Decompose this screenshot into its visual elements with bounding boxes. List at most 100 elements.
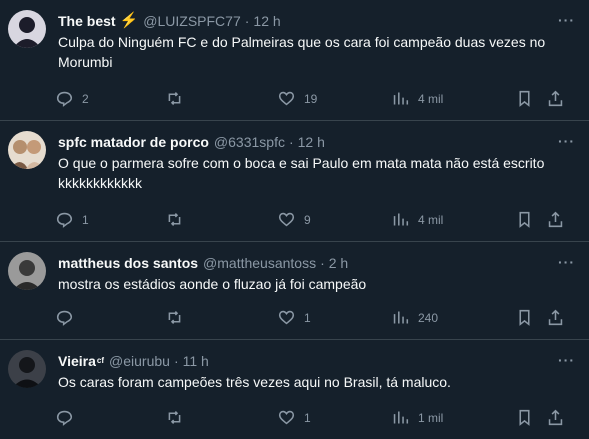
views-icon [393, 311, 409, 324]
view-count: 1 mil [418, 410, 444, 425]
views-button[interactable]: 1 mil [392, 409, 443, 426]
display-name[interactable]: Vieira [58, 352, 96, 370]
action-bar: 1 1 mil [56, 409, 575, 429]
reply-icon [56, 410, 73, 426]
tweet-text: Os caras foram campeões três vezes aqui … [58, 374, 451, 390]
like-button[interactable]: 1 [278, 409, 311, 426]
share-button[interactable] [547, 211, 564, 228]
views-button[interactable]: 4 mil [392, 90, 443, 107]
action-bar: 2 19 4 mil [56, 90, 575, 110]
avatar-image [8, 10, 46, 48]
timestamp[interactable]: 12 h [253, 12, 280, 30]
bookmark-button[interactable] [516, 211, 533, 228]
tweet[interactable]: mattheus dos santos @mattheusantoss · 2 … [0, 242, 589, 340]
retweet-button[interactable] [166, 211, 192, 228]
reply-icon [56, 212, 73, 228]
avatar[interactable] [8, 252, 46, 290]
heart-icon [278, 310, 295, 325]
like-count: 1 [304, 310, 311, 325]
more-options-icon[interactable]: ··· [558, 12, 575, 28]
tweet-text: Culpa do Ninguém FC e do Palmeiras que o… [58, 34, 546, 70]
like-count: 9 [304, 212, 311, 227]
tweet[interactable]: spfc matador de porco @6331spfc · 12 h ·… [0, 121, 589, 242]
retweet-button[interactable] [166, 90, 192, 107]
retweet-button[interactable] [166, 309, 192, 326]
separator: · [288, 134, 294, 150]
affiliation-badge: cf [96, 356, 105, 365]
share-button[interactable] [547, 409, 564, 426]
separator: · [173, 353, 179, 369]
reply-button[interactable] [56, 409, 82, 426]
view-count: 4 mil [418, 91, 444, 106]
display-name[interactable]: mattheus dos santos [58, 254, 198, 272]
tweet-text: mostra os estádios aonde o fluzao já foi… [58, 276, 367, 292]
view-count: 4 mil [418, 212, 444, 227]
share-icon [548, 90, 563, 107]
action-bar: 1 240 [56, 309, 575, 329]
username[interactable]: @eiurubu [109, 352, 170, 370]
like-button[interactable]: 1 [278, 309, 311, 326]
reply-count: 2 [82, 91, 89, 106]
reply-button[interactable] [56, 309, 82, 326]
views-button[interactable]: 4 mil [392, 211, 443, 228]
views-icon [393, 92, 409, 105]
reply-icon [56, 310, 73, 326]
heart-icon [278, 91, 295, 106]
bookmark-icon [519, 309, 530, 326]
retweet-button[interactable] [166, 409, 192, 426]
reply-button[interactable]: 2 [56, 90, 89, 107]
bookmark-button[interactable] [516, 409, 533, 426]
views-button[interactable]: 240 [392, 309, 438, 326]
more-options-icon[interactable]: ··· [558, 254, 575, 270]
views-icon [393, 411, 409, 424]
bookmark-icon [519, 90, 530, 107]
username[interactable]: @6331spfc [214, 133, 285, 151]
avatar-image [8, 350, 46, 388]
bookmark-icon [519, 409, 530, 426]
retweet-icon [168, 213, 181, 226]
timestamp[interactable]: 2 h [329, 254, 348, 272]
avatar[interactable] [8, 10, 46, 48]
retweet-icon [168, 411, 181, 424]
avatar[interactable] [8, 131, 46, 169]
username[interactable]: @LUIZSPFC77 [143, 12, 240, 30]
like-button[interactable]: 9 [278, 211, 311, 228]
timestamp[interactable]: 12 h [298, 133, 325, 151]
avatar-image [8, 131, 46, 169]
reply-icon [56, 91, 73, 107]
lightning-icon: ⚡ [119, 12, 139, 29]
heart-icon [278, 410, 295, 425]
like-button[interactable]: 19 [278, 90, 317, 107]
more-options-icon[interactable]: ··· [558, 133, 575, 149]
username[interactable]: @mattheusantoss [203, 254, 316, 272]
share-icon [548, 211, 563, 228]
like-count: 19 [304, 91, 318, 106]
action-bar: 1 9 4 mil [56, 211, 575, 231]
avatar[interactable] [8, 350, 46, 388]
heart-icon [278, 212, 295, 227]
bookmark-button[interactable] [516, 90, 533, 107]
views-icon [393, 213, 409, 226]
reply-count: 1 [82, 212, 89, 227]
display-name[interactable]: spfc matador de porco [58, 133, 209, 151]
timestamp[interactable]: 11 h [183, 352, 209, 370]
display-name[interactable]: The best [58, 12, 116, 30]
share-icon [548, 409, 563, 426]
bookmark-icon [519, 211, 530, 228]
reply-button[interactable]: 1 [56, 211, 89, 228]
more-options-icon[interactable]: ··· [558, 352, 575, 368]
tweet[interactable]: Vieira cf @eiurubu · 11 h ··· Os caras f… [0, 340, 589, 439]
tweet-text: O que o parmera sofre com o boca e sai P… [58, 155, 545, 191]
share-button[interactable] [547, 309, 564, 326]
separator: · [320, 255, 325, 271]
retweet-icon [168, 92, 181, 105]
avatar-image [8, 252, 46, 290]
bookmark-button[interactable] [516, 309, 533, 326]
like-count: 1 [304, 410, 311, 425]
separator: · [244, 13, 250, 29]
retweet-icon [168, 311, 181, 324]
share-button[interactable] [547, 90, 564, 107]
tweet[interactable]: The best ⚡ @LUIZSPFC77 · 12 h ··· Culpa … [0, 0, 589, 121]
view-count: 240 [418, 310, 439, 325]
share-icon [548, 309, 563, 326]
